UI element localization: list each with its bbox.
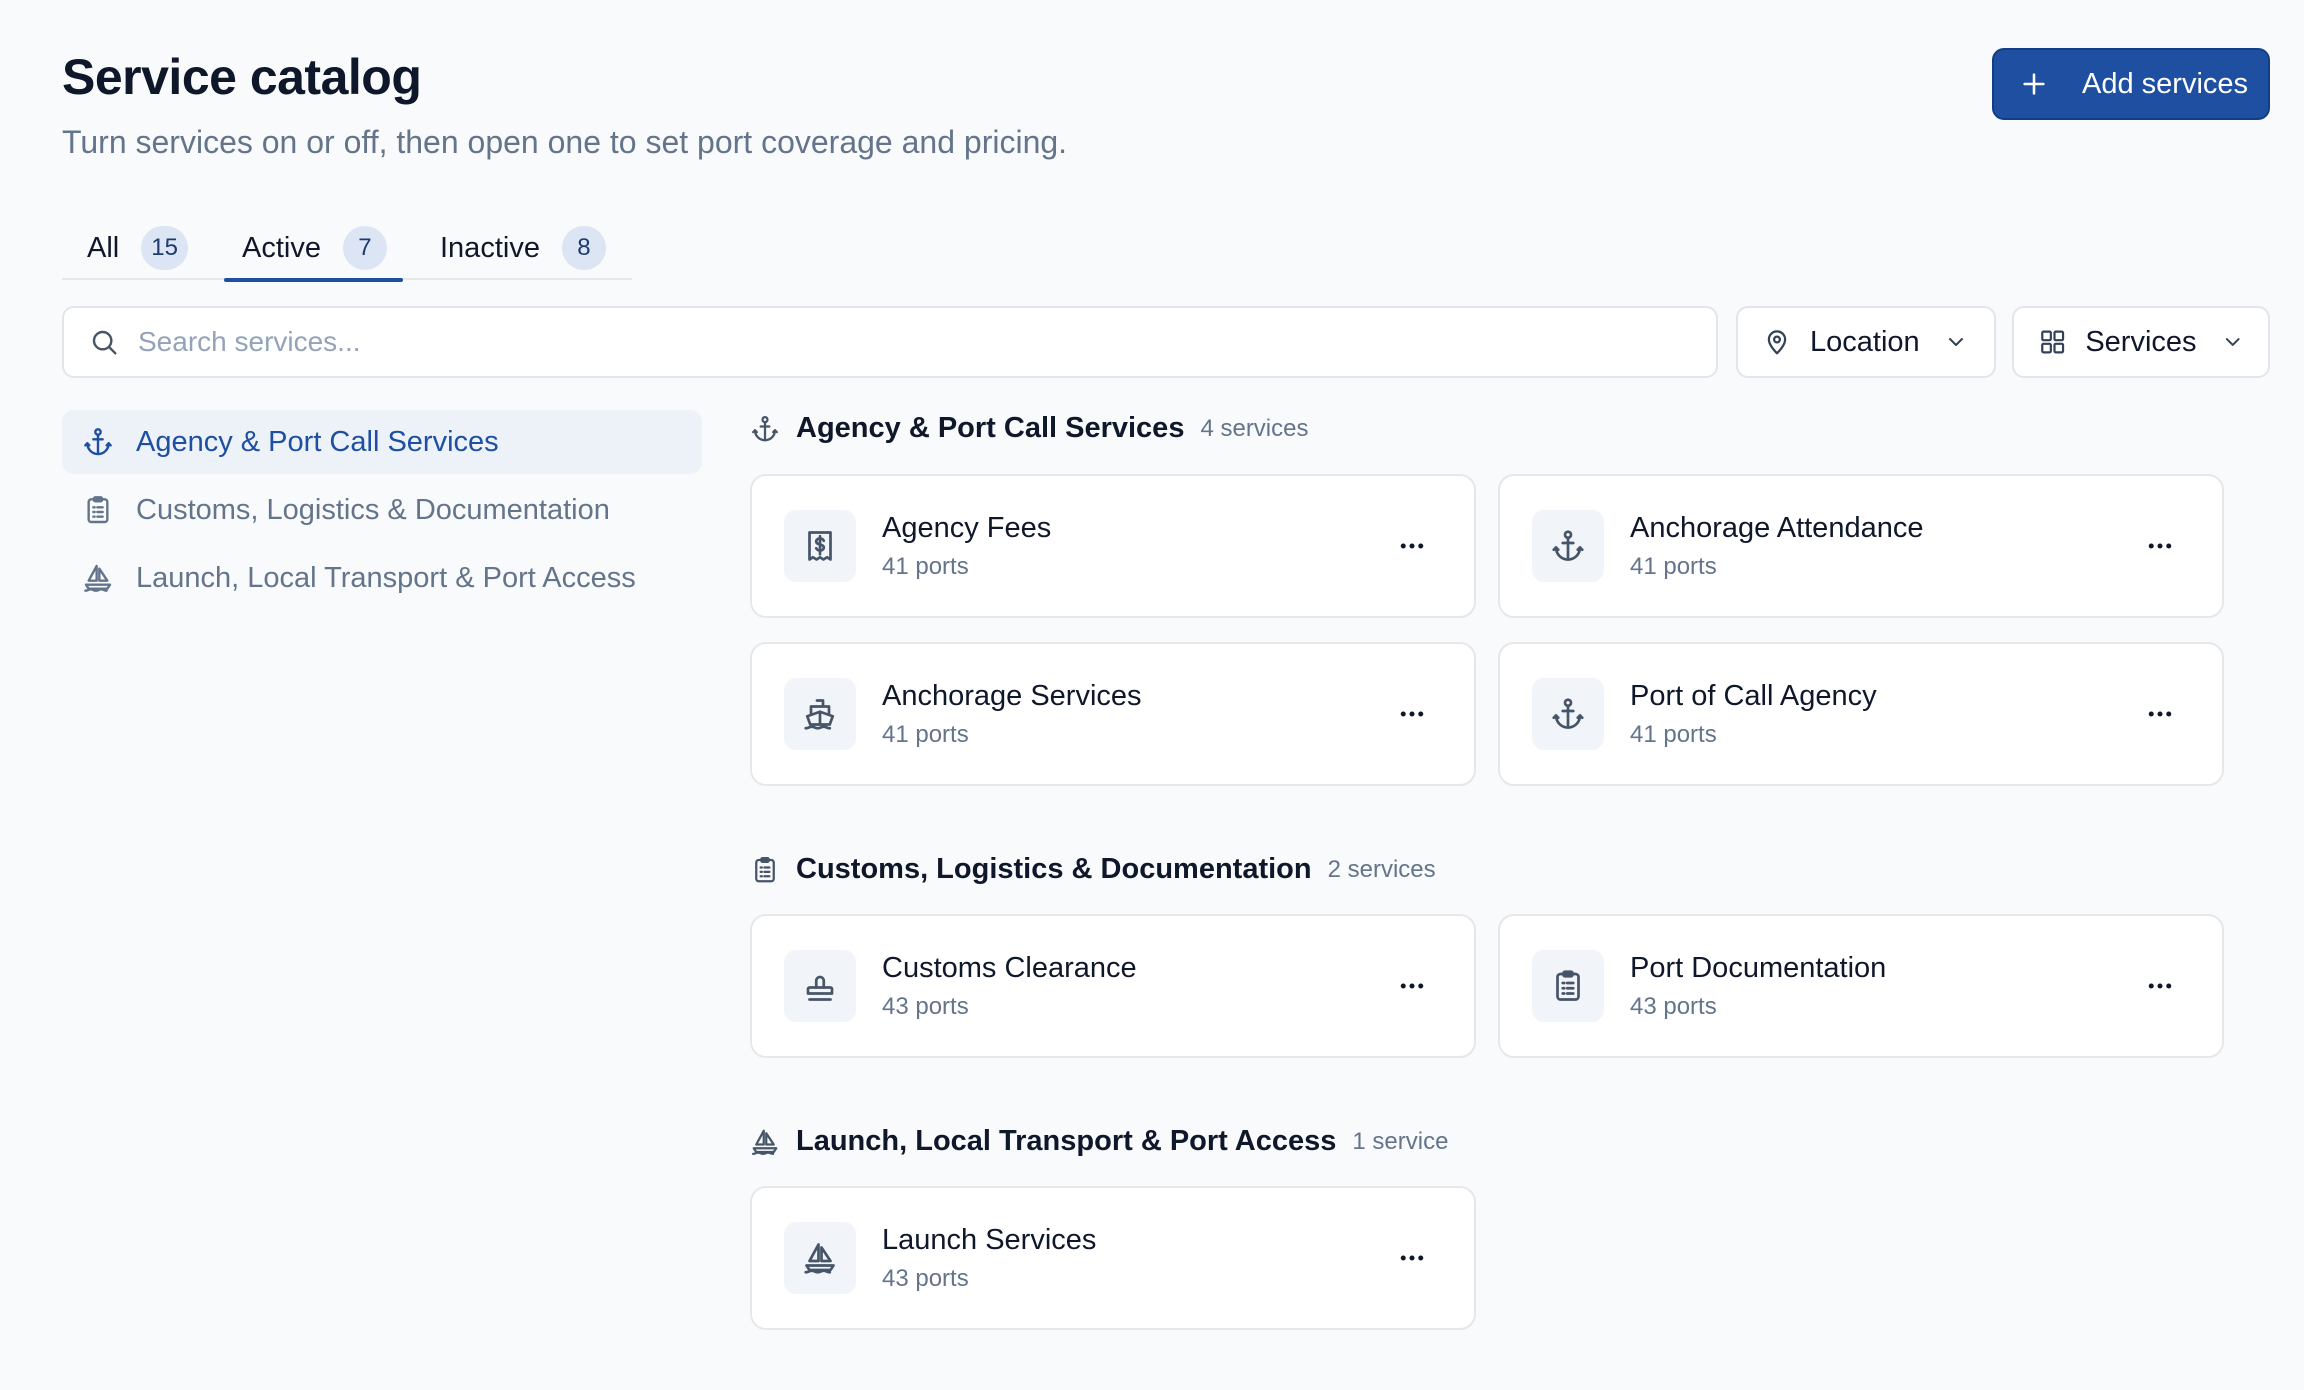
section-count: 1 service	[1352, 1127, 1449, 1155]
service-card-launch-services[interactable]: Launch Services 43 ports	[750, 1186, 1476, 1330]
section-count: 4 services	[1200, 414, 1309, 442]
service-ports: 41 ports	[1630, 552, 1717, 580]
service-card-customs-clearance[interactable]: Customs Clearance 43 ports	[750, 914, 1476, 1058]
service-ports: 43 ports	[882, 992, 969, 1020]
service-name: Customs Clearance	[882, 951, 1137, 984]
anchor-icon	[82, 426, 114, 458]
sailboat-icon	[82, 562, 114, 594]
service-ports: 43 ports	[882, 1264, 969, 1292]
receipt-dollar-icon	[802, 528, 838, 564]
more-horizontal-icon	[2145, 531, 2175, 561]
tab-all[interactable]: All 15	[87, 218, 188, 278]
location-filter-label: Location	[1810, 325, 1920, 358]
more-horizontal-icon	[2145, 699, 2175, 729]
section-title: Customs, Logistics & Documentation	[796, 853, 1312, 885]
sidebar-item-agency[interactable]: Agency & Port Call Services	[62, 410, 702, 474]
more-options-button[interactable]	[1382, 1228, 1442, 1288]
service-name: Anchorage Attendance	[1630, 511, 1924, 544]
service-name: Port Documentation	[1630, 951, 1887, 984]
section-header-customs: Customs, Logistics & Documentation 2 ser…	[750, 853, 1436, 886]
section-title: Launch, Local Transport & Port Access	[796, 1125, 1337, 1157]
more-options-button[interactable]	[2130, 516, 2190, 576]
more-horizontal-icon	[2145, 971, 2175, 1001]
stamp-icon	[802, 968, 838, 1004]
page-subtitle: Turn services on or off, then open one t…	[62, 124, 1068, 160]
service-name: Launch Services	[882, 1223, 1097, 1256]
add-services-label: Add services	[2082, 67, 2249, 100]
chevron-down-icon	[2225, 338, 2240, 346]
more-options-button[interactable]	[2130, 956, 2190, 1016]
tab-active-label: Active	[242, 231, 321, 264]
service-card-agency-fees[interactable]: Agency Fees 41 ports	[750, 474, 1476, 618]
more-horizontal-icon	[1397, 971, 1427, 1001]
chevron-down-icon	[1948, 338, 1963, 346]
service-name: Port of Call Agency	[1630, 679, 1877, 712]
clipboard-icon	[1550, 968, 1586, 1004]
service-ports: 41 ports	[882, 720, 969, 748]
more-horizontal-icon	[1397, 531, 1427, 561]
clipboard-icon	[750, 855, 780, 885]
sailboat-icon	[750, 1127, 780, 1157]
service-card-anchorage-attendance[interactable]: Anchorage Attendance 41 ports	[1498, 474, 2224, 618]
service-name: Anchorage Services	[882, 679, 1142, 712]
tab-active-count: 7	[342, 226, 387, 270]
location-filter[interactable]: Location	[1736, 306, 1996, 378]
more-options-button[interactable]	[1382, 516, 1442, 576]
service-ports: 43 ports	[1630, 992, 1717, 1020]
clipboard-icon	[82, 494, 114, 526]
ship-icon	[802, 696, 838, 732]
search-input[interactable]	[138, 326, 1638, 358]
grid-icon	[2041, 330, 2065, 354]
service-card-port-documentation[interactable]: Port Documentation 43 ports	[1498, 914, 2224, 1058]
services-filter[interactable]: Services	[2012, 306, 2270, 378]
tab-active[interactable]: Active 7	[224, 218, 403, 282]
sidebar-item-label: Customs, Logistics & Documentation	[136, 493, 610, 526]
tab-inactive-label: Inactive	[440, 231, 540, 264]
plus-icon	[2023, 73, 2045, 95]
section-count: 2 services	[1327, 855, 1436, 883]
add-services-button[interactable]: Add services	[1992, 48, 2270, 120]
services-filter-label: Services	[2085, 325, 2197, 358]
service-name: Agency Fees	[882, 511, 1052, 544]
section-header-launch: Launch, Local Transport & Port Access 1 …	[750, 1125, 1448, 1158]
section-header-agency: Agency & Port Call Services 4 services	[750, 412, 1309, 445]
category-sidebar: Agency & Port Call Services Customs, Log…	[62, 410, 702, 614]
more-options-button[interactable]	[2130, 684, 2190, 744]
service-card-anchorage-services[interactable]: Anchorage Services 41 ports	[750, 642, 1476, 786]
sailboat-icon	[802, 1240, 838, 1276]
more-options-button[interactable]	[1382, 956, 1442, 1016]
sidebar-item-customs[interactable]: Customs, Logistics & Documentation	[62, 478, 702, 542]
map-pin-icon	[1767, 330, 1787, 355]
anchor-icon	[1550, 528, 1586, 564]
tab-inactive[interactable]: Inactive 8	[440, 218, 606, 278]
sidebar-item-label: Agency & Port Call Services	[136, 425, 499, 458]
more-horizontal-icon	[1397, 1243, 1427, 1273]
service-ports: 41 ports	[882, 552, 969, 580]
search-icon	[92, 330, 117, 355]
section-title: Agency & Port Call Services	[796, 412, 1185, 444]
anchor-icon	[750, 414, 780, 444]
sidebar-item-label: Launch, Local Transport & Port Access	[136, 561, 636, 594]
more-horizontal-icon	[1397, 699, 1427, 729]
tab-all-label: All	[87, 231, 120, 264]
service-card-port-of-call-agency[interactable]: Port of Call Agency 41 ports	[1498, 642, 2224, 786]
service-ports: 41 ports	[1630, 720, 1717, 748]
more-options-button[interactable]	[1382, 684, 1442, 744]
search-bar	[62, 306, 1718, 378]
anchor-icon	[1550, 696, 1586, 732]
status-tabs: All 15 Active 7 Inactive 8	[62, 210, 632, 282]
tab-inactive-count: 8	[561, 226, 606, 270]
sidebar-item-launch[interactable]: Launch, Local Transport & Port Access	[62, 546, 702, 610]
page-title: Service catalog	[62, 49, 422, 105]
tab-all-count: 15	[141, 226, 188, 270]
